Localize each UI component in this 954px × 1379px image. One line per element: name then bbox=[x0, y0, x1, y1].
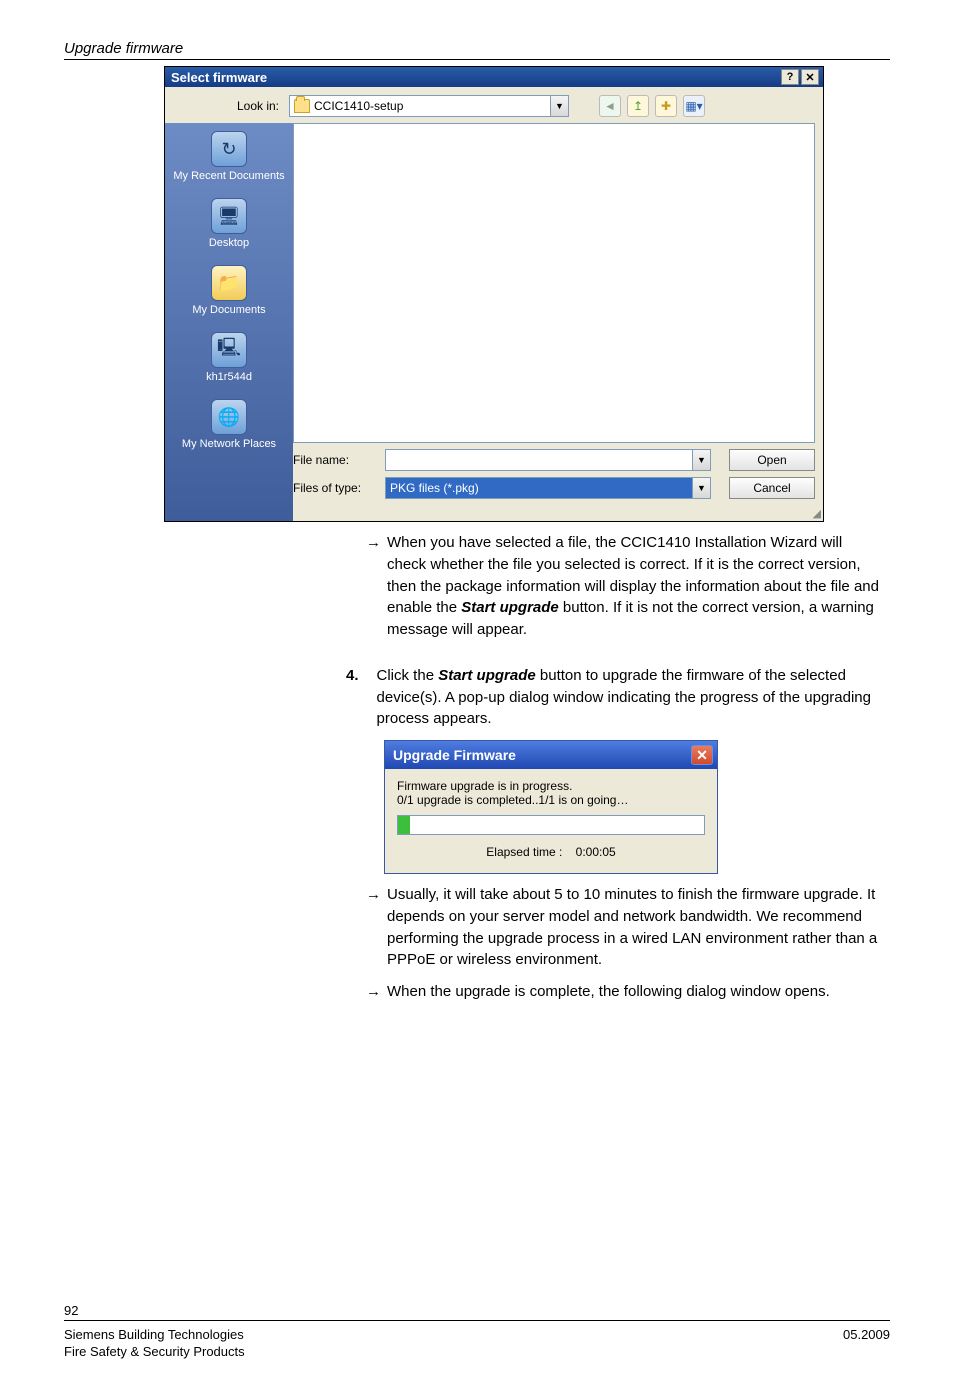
arrow-icon: → bbox=[366, 532, 381, 641]
progress-text-line2: 0/1 upgrade is completed..1/1 is on goin… bbox=[397, 793, 705, 807]
progress-bar bbox=[397, 815, 705, 835]
sidebar-item-desktop[interactable]: 🖥 Desktop bbox=[209, 198, 249, 249]
close-icon[interactable]: ✕ bbox=[691, 745, 713, 765]
arrow-icon: → bbox=[366, 884, 381, 971]
up-one-level-icon[interactable]: ↥ bbox=[627, 95, 649, 117]
chevron-down-icon: ▼ bbox=[692, 478, 710, 498]
progress-title: Upgrade Firmware bbox=[393, 747, 516, 763]
cancel-button[interactable]: Cancel bbox=[729, 477, 815, 499]
network-places-icon: 🌐 bbox=[211, 399, 247, 435]
sidebar-item-label: My Recent Documents bbox=[173, 170, 284, 182]
sidebar-item-mydocs[interactable]: 📁 My Documents bbox=[192, 265, 265, 316]
footer-line1: Siemens Building Technologies bbox=[64, 1327, 245, 1342]
chevron-down-icon: ▼ bbox=[550, 96, 568, 116]
views-menu-icon[interactable]: ▦▾ bbox=[683, 95, 705, 117]
footer-line2: Fire Safety & Security Products bbox=[64, 1344, 245, 1359]
computer-icon: 🖳 bbox=[211, 332, 247, 368]
resize-grip-icon[interactable]: ◢ bbox=[293, 509, 823, 521]
paragraph-text: Usually, it will take about 5 to 10 minu… bbox=[387, 884, 880, 971]
filename-label: File name: bbox=[293, 453, 379, 467]
section-heading: Upgrade firmware bbox=[64, 40, 890, 60]
lookin-label: Look in: bbox=[173, 99, 283, 113]
file-open-dialog: Select firmware ? ✕ Look in: CCIC1410-se… bbox=[164, 66, 824, 522]
sidebar-item-label: kh1r544d bbox=[206, 371, 252, 383]
dialog-titlebar: Select firmware ? ✕ bbox=[165, 67, 823, 87]
desktop-icon: 🖥 bbox=[211, 198, 247, 234]
sidebar-item-network[interactable]: 🌐 My Network Places bbox=[182, 399, 276, 450]
step-number: 4. bbox=[346, 665, 359, 730]
paragraph-text: When the upgrade is complete, the follow… bbox=[387, 981, 830, 1003]
footer-date: 05.2009 bbox=[843, 1327, 890, 1359]
sidebar-item-computer[interactable]: 🖳 kh1r544d bbox=[206, 332, 252, 383]
lookin-dropdown[interactable]: CCIC1410-setup ▼ bbox=[289, 95, 569, 117]
upgrade-progress-dialog: Upgrade Firmware ✕ Firmware upgrade is i… bbox=[384, 740, 718, 874]
progress-text-line1: Firmware upgrade is in progress. bbox=[397, 779, 705, 793]
dialog-title: Select firmware bbox=[171, 70, 267, 85]
elapsed-value: 0:00:05 bbox=[576, 845, 616, 859]
paragraph-text: When you have selected a file, the CCIC1… bbox=[387, 532, 880, 641]
arrow-icon: → bbox=[366, 981, 381, 1003]
filetype-label: Files of type: bbox=[293, 481, 379, 495]
recent-documents-icon: ↻ bbox=[211, 131, 247, 167]
new-folder-icon[interactable]: ✚ bbox=[655, 95, 677, 117]
back-icon[interactable]: ◄ bbox=[599, 95, 621, 117]
file-list-pane[interactable] bbox=[293, 123, 815, 443]
help-icon[interactable]: ? bbox=[781, 69, 799, 85]
open-button[interactable]: Open bbox=[729, 449, 815, 471]
sidebar-item-label: My Network Places bbox=[182, 438, 276, 450]
sidebar-item-recent[interactable]: ↻ My Recent Documents bbox=[173, 131, 284, 182]
close-icon[interactable]: ✕ bbox=[801, 69, 819, 85]
filename-input[interactable]: ▼ bbox=[385, 449, 711, 471]
places-sidebar: ↻ My Recent Documents 🖥 Desktop 📁 My Doc… bbox=[165, 123, 293, 521]
documents-icon: 📁 bbox=[211, 265, 247, 301]
progress-fill bbox=[398, 816, 410, 834]
folder-icon bbox=[294, 99, 310, 113]
elapsed-label: Elapsed time : bbox=[486, 845, 562, 859]
sidebar-item-label: Desktop bbox=[209, 237, 249, 249]
chevron-down-icon: ▼ bbox=[692, 450, 710, 470]
filetype-value: PKG files (*.pkg) bbox=[390, 481, 479, 495]
step-text: Click the Start upgrade button to upgrad… bbox=[377, 665, 880, 730]
sidebar-item-label: My Documents bbox=[192, 304, 265, 316]
filetype-dropdown[interactable]: PKG files (*.pkg) ▼ bbox=[385, 477, 711, 499]
lookin-value: CCIC1410-setup bbox=[314, 99, 403, 113]
page-number: 92 bbox=[64, 1303, 890, 1318]
